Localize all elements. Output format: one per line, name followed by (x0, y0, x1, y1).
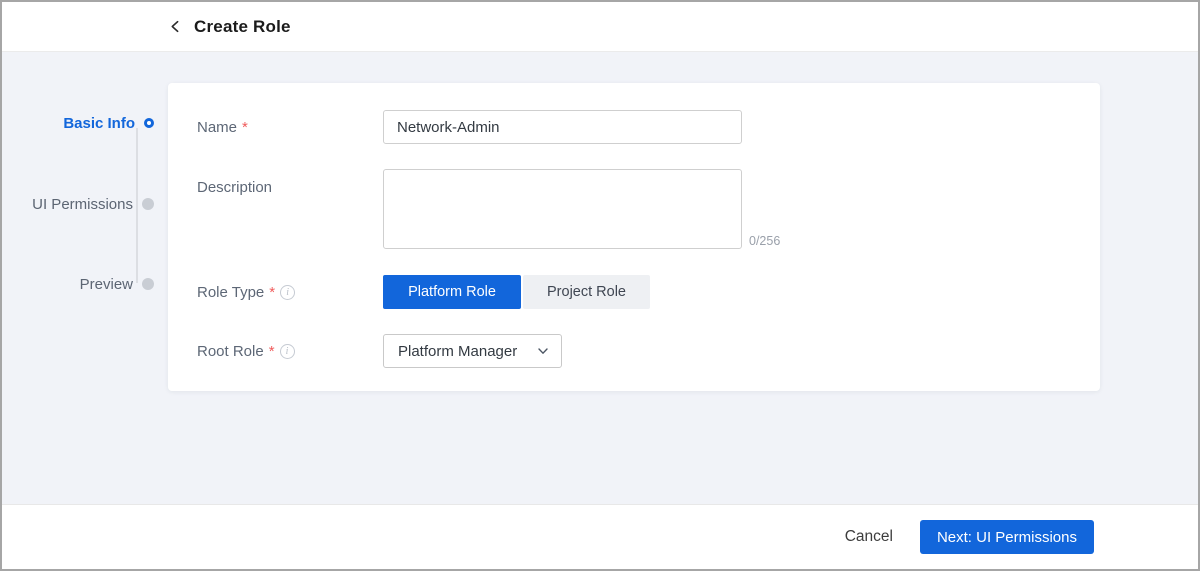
main-area: Basic Info UI Permissions Preview Name * (2, 53, 1198, 504)
required-asterisk: * (242, 119, 248, 136)
description-label: Description (197, 177, 272, 197)
step-indicator (142, 278, 154, 290)
step-label: Basic Info (63, 115, 135, 132)
platform-role-button[interactable]: Platform Role (383, 275, 521, 309)
create-role-page: Create Role Basic Info UI Permissions Pr… (0, 0, 1200, 571)
root-role-label: Root Role * i (197, 334, 295, 368)
required-asterisk: * (269, 343, 275, 360)
project-role-button[interactable]: Project Role (523, 275, 650, 309)
chevron-left-icon (169, 20, 182, 33)
role-type-segmented-control: Platform Role Project Role (383, 275, 650, 309)
step-basic-info[interactable]: Basic Info (2, 112, 154, 134)
root-role-selected-value: Platform Manager (398, 343, 531, 360)
wizard-stepper: Basic Info UI Permissions Preview (2, 53, 162, 504)
info-icon[interactable]: i (280, 285, 295, 300)
page-header: Create Role (2, 2, 1198, 52)
step-indicator (142, 198, 154, 210)
chevron-down-icon (537, 345, 549, 357)
basic-info-form-card: Name * Description 0/256 Role Type * i P… (168, 83, 1100, 391)
page-title: Create Role (194, 17, 291, 37)
back-button[interactable] (164, 16, 186, 38)
name-label: Name * (197, 110, 248, 144)
char-counter: 0/256 (749, 234, 780, 248)
cancel-button[interactable]: Cancel (845, 528, 893, 546)
info-icon[interactable]: i (280, 344, 295, 359)
step-label: UI Permissions (32, 196, 133, 213)
root-role-select[interactable]: Platform Manager (383, 334, 562, 368)
next-ui-permissions-button[interactable]: Next: UI Permissions (920, 520, 1094, 554)
role-type-label: Role Type * i (197, 275, 295, 309)
step-label: Preview (80, 276, 133, 293)
required-asterisk: * (269, 284, 275, 301)
step-ui-permissions[interactable]: UI Permissions (2, 193, 154, 215)
step-preview[interactable]: Preview (2, 273, 154, 295)
name-input[interactable] (383, 110, 742, 144)
action-footer: Cancel Next: UI Permissions (2, 504, 1198, 569)
description-textarea[interactable] (383, 169, 742, 249)
step-indicator-active (144, 118, 154, 128)
